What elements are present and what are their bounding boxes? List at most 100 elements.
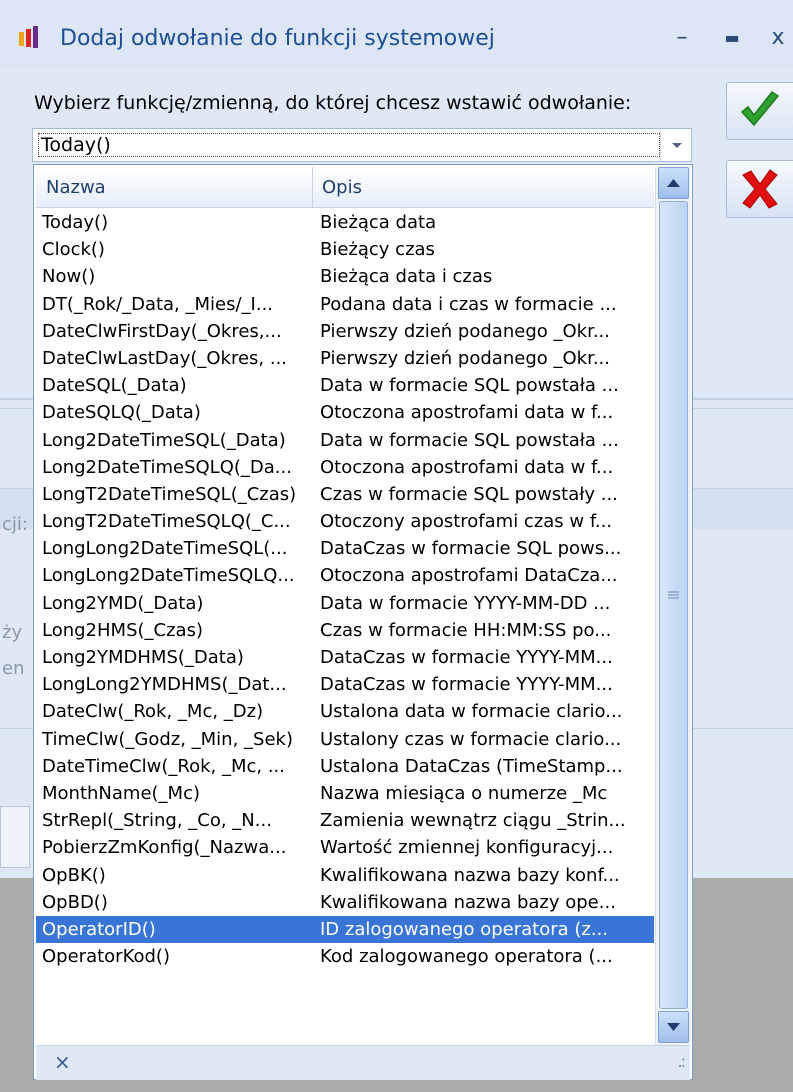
row-name-cell: Now() bbox=[42, 266, 96, 288]
row-name-cell: Long2DateTimeSQLQ(_Da... bbox=[42, 456, 292, 478]
list-row[interactable]: DateSQL(_Data) Data w formacie SQL powsta… bbox=[36, 372, 654, 399]
function-dropdown-list[interactable]: Nazwa Opis Today() Bieżąca data Clock() Bie… bbox=[33, 164, 693, 1080]
row-description-cell: Pierwszy dzień podanego _Okr... bbox=[320, 347, 610, 369]
list-row[interactable]: DT(_Rok/_Data, _Mies/_I... Podana data i … bbox=[36, 291, 654, 318]
row-name-cell: LongT2DateTimeSQLQ(_C... bbox=[42, 511, 291, 533]
list-row-selected[interactable]: OperatorID() ID zalogowanego operatora (z… bbox=[36, 915, 654, 944]
row-name-cell: OperatorKod() bbox=[42, 946, 170, 968]
scroll-thumb[interactable] bbox=[659, 201, 688, 1009]
row-description-cell: Czas w formacie HH:MM:SS po... bbox=[320, 619, 612, 641]
accept-button[interactable] bbox=[726, 82, 793, 140]
row-name-cell: DateSQLQ(_Data) bbox=[42, 402, 201, 424]
list-row[interactable]: LongLong2DateTimeSQL(... DataCzas w forma… bbox=[36, 535, 654, 562]
row-name-cell: LongT2DateTimeSQL(_Czas) bbox=[42, 483, 297, 505]
row-name-cell: TimeClw(_Godz, _Min, _Sek) bbox=[42, 728, 293, 750]
window-title: Dodaj odwołanie do funkcji systemowej bbox=[60, 26, 495, 51]
list-row[interactable]: DateClw(_Rok, _Mc, _Dz) Ustalona data w f… bbox=[36, 698, 654, 725]
row-description-cell: Ustalona DataCzas (TimeStamp... bbox=[320, 755, 623, 777]
row-description-cell: Ustalony czas w formacie clario... bbox=[320, 728, 622, 750]
scroll-down-button[interactable] bbox=[658, 1011, 689, 1043]
row-description-cell: Data w formacie SQL powstała ... bbox=[320, 375, 619, 397]
list-row[interactable]: Long2HMS(_Czas) Czas w formacie HH:MM:SS … bbox=[36, 617, 654, 644]
list-row[interactable]: DateTimeClw(_Rok, _Mc, ... Ustalona DataC… bbox=[36, 753, 654, 780]
row-name-cell: DateClw(_Rok, _Mc, _Dz) bbox=[42, 701, 264, 723]
list-row[interactable]: PobierzZmKonfig(_Nazwa... Wartość zmienne… bbox=[36, 834, 654, 861]
row-name-cell: Long2HMS(_Czas) bbox=[42, 619, 203, 641]
list-row[interactable]: DateClwFirstDay(_Okres,... Pierwszy dzień… bbox=[36, 318, 654, 345]
list-row[interactable]: Long2DateTimeSQLQ(_Da... Otoczona apostro… bbox=[36, 454, 654, 481]
list-row[interactable]: MonthName(_Mc) Nazwa miesiąca o numerze _… bbox=[36, 780, 654, 807]
row-name-cell: DateTimeClw(_Rok, _Mc, ... bbox=[42, 755, 285, 777]
list-row[interactable]: Long2DateTimeSQL(_Data) Data w formacie S… bbox=[36, 427, 654, 454]
scroll-down-arrow-icon bbox=[667, 1023, 680, 1031]
row-description-cell: Data w formacie SQL powstała ... bbox=[320, 429, 619, 451]
row-description-cell: Zamienia wewnątrz ciągu _Strin... bbox=[320, 810, 626, 832]
function-combo[interactable]: Today() bbox=[32, 128, 692, 162]
chevron-down-icon[interactable] bbox=[660, 129, 691, 161]
row-description-cell: Otoczona apostrofami data w f... bbox=[320, 402, 614, 424]
bg-text-fragment: ży bbox=[2, 622, 23, 643]
row-name-cell: DateClwFirstDay(_Okres,... bbox=[42, 320, 282, 342]
row-description-cell: Bieżąca data i czas bbox=[320, 266, 493, 288]
list-row[interactable]: Long2YMD(_Data) Data w formacie YYYY-MM-D… bbox=[36, 590, 654, 617]
row-description-cell: Nazwa miesiąca o numerze _Mc bbox=[320, 782, 608, 804]
list-row[interactable]: LongT2DateTimeSQL(_Czas) Czas w formacie … bbox=[36, 481, 654, 508]
list-header: Nazwa Opis bbox=[36, 167, 654, 208]
list-row[interactable]: StrRepl(_String, _Co, _N... Zamienia wewn… bbox=[36, 807, 654, 834]
resize-grip-icon[interactable]: .: bbox=[678, 1052, 687, 1071]
list-row[interactable]: TimeClw(_Godz, _Min, _Sek) Ustalony czas … bbox=[36, 726, 654, 753]
minimize-button[interactable]: – bbox=[668, 24, 696, 52]
row-description-cell: Kwalifikowana nazwa bazy konf... bbox=[320, 864, 620, 886]
row-description-cell: Bieżący czas bbox=[320, 239, 435, 261]
bg-control-fragment bbox=[0, 806, 30, 868]
column-separator[interactable] bbox=[312, 167, 313, 207]
row-description-cell: Otoczony apostrofami czas w f... bbox=[320, 511, 613, 533]
list-row[interactable]: Today() Bieżąca data bbox=[36, 209, 654, 236]
scroll-up-button[interactable] bbox=[658, 167, 689, 199]
close-button[interactable]: x bbox=[764, 24, 792, 52]
list-row[interactable]: OperatorKod() Kod zalogowanego operatora … bbox=[36, 943, 654, 970]
row-name-cell: LongLong2DateTimeSQL(... bbox=[42, 538, 288, 560]
vertical-scrollbar[interactable] bbox=[655, 167, 691, 1045]
row-description-cell: Pierwszy dzień podanego _Okr... bbox=[320, 320, 610, 342]
row-name-cell: OpBK() bbox=[42, 864, 106, 886]
clear-selection-button[interactable]: × bbox=[54, 1050, 71, 1074]
row-name-cell: LongLong2DateTimeSQLQ... bbox=[42, 565, 295, 587]
maximize-button[interactable]: ▬ bbox=[718, 24, 746, 52]
row-description-cell: Data w formacie YYYY-MM-DD ... bbox=[320, 592, 611, 614]
list-row[interactable]: Long2YMDHMS(_Data) DataCzas w formacie YY… bbox=[36, 644, 654, 671]
row-name-cell: MonthName(_Mc) bbox=[42, 782, 200, 804]
list-row[interactable]: LongT2DateTimeSQLQ(_C... Otoczony apostro… bbox=[36, 508, 654, 535]
checkmark-icon bbox=[740, 90, 780, 127]
list-row[interactable]: Clock() Bieżący czas bbox=[36, 236, 654, 263]
column-header-name[interactable]: Nazwa bbox=[46, 177, 106, 198]
bg-text-fragment: cji: bbox=[2, 514, 28, 535]
app-logo-icon bbox=[19, 26, 38, 48]
row-description-cell: Ustalona data w formacie clario... bbox=[320, 701, 623, 723]
row-description-cell: DataCzas w formacie YYYY-MM... bbox=[320, 647, 613, 668]
row-name-cell: StrRepl(_String, _Co, _N... bbox=[42, 810, 272, 832]
list-row[interactable]: LongLong2YMDHMS(_Dat... DataCzas w formac… bbox=[36, 671, 654, 698]
combo-value: Today() bbox=[41, 134, 111, 156]
list-row[interactable]: DateSQLQ(_Data) Otoczona apostrofami data… bbox=[36, 399, 654, 426]
row-name-cell: Clock() bbox=[42, 239, 105, 261]
prompt-label: Wybierz funkcję/zmienną, do której chces… bbox=[34, 92, 632, 114]
row-name-cell: Long2YMD(_Data) bbox=[42, 592, 204, 614]
list-row[interactable]: DateClwLastDay(_Okres, ... Pierwszy dzień… bbox=[36, 345, 654, 372]
list-rows: Today() Bieżąca data Clock() Bieżący czas No… bbox=[36, 209, 654, 970]
row-description-cell: Otoczona apostrofami DataCza... bbox=[320, 565, 618, 587]
row-description-cell: Kwalifikowana nazwa bazy ope... bbox=[320, 891, 616, 913]
list-row[interactable]: LongLong2DateTimeSQLQ... Otoczona apostro… bbox=[36, 562, 654, 589]
cancel-button[interactable] bbox=[726, 160, 793, 218]
row-name-cell: OperatorID() bbox=[42, 918, 156, 940]
row-name-cell: DT(_Rok/_Data, _Mies/_I... bbox=[42, 293, 274, 315]
column-header-description[interactable]: Opis bbox=[322, 177, 362, 198]
focus-rect bbox=[38, 133, 660, 157]
list-row[interactable]: OpBD() Kwalifikowana nazwa bazy ope... bbox=[36, 889, 654, 916]
row-description-cell: Podana data i czas w formacie ... bbox=[320, 293, 617, 315]
row-name-cell: OpBD() bbox=[42, 891, 108, 913]
list-row[interactable]: OpBK() Kwalifikowana nazwa bazy konf... bbox=[36, 862, 654, 889]
list-row[interactable]: Now() Bieżąca data i czas bbox=[36, 263, 654, 290]
scroll-up-arrow-icon bbox=[667, 179, 680, 187]
row-description-cell: ID zalogowanego operatora (z... bbox=[320, 918, 609, 940]
